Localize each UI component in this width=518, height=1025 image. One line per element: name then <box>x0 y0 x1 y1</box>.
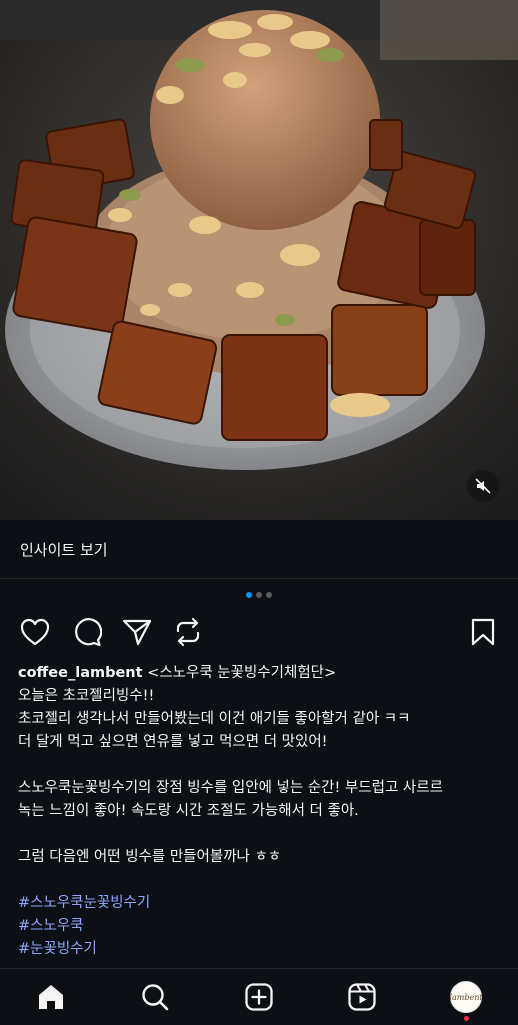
carousel-dot <box>256 592 262 598</box>
repost-icon <box>176 617 200 647</box>
speaker-muted-icon <box>475 478 491 494</box>
post-media[interactable] <box>0 0 518 520</box>
avatar: lambent <box>449 981 483 1013</box>
caption-title: <스노우쿡 눈꽃빙수기체험단> <box>142 665 337 681</box>
send-icon <box>122 619 152 646</box>
avatar-logo-text: lambent <box>449 992 483 1002</box>
notification-dot <box>464 1016 469 1021</box>
nav-search[interactable] <box>139 981 171 1013</box>
dessert-photo <box>0 0 518 520</box>
caption-first-line: coffee_lambent <스노우쿡 눈꽃빙수기체험단> <box>18 662 502 685</box>
carousel-dot <box>266 592 272 598</box>
heart-icon <box>20 618 50 646</box>
post-caption: coffee_lambent <스노우쿡 눈꽃빙수기체험단> 오늘은 초코젤리빙… <box>18 662 502 961</box>
nav-profile[interactable]: lambent <box>449 981 483 1013</box>
bottom-nav: lambent <box>0 968 518 1025</box>
post-action-bar <box>0 612 518 652</box>
home-icon <box>39 985 63 1009</box>
hashtag-link[interactable]: #눈꽃빙수기 <box>18 938 502 961</box>
search-icon <box>142 984 169 1011</box>
mute-button[interactable] <box>467 470 499 502</box>
carousel-indicator <box>0 592 518 602</box>
save-button[interactable] <box>467 616 499 648</box>
username-link[interactable]: coffee_lambent <box>18 665 143 681</box>
bookmark-icon <box>471 618 495 646</box>
caption-line: 초코젤리 생각나서 만들어봤는데 이건 애기들 좋아할거 같아 ㅋㅋ <box>18 711 411 727</box>
caption-line: 오늘은 초코젤리빙수!! <box>18 688 155 704</box>
caption-line: 더 달게 먹고 싶으면 연유를 넣고 먹으면 더 맛있어! <box>18 734 328 750</box>
insights-row[interactable]: 인사이트 보기 <box>0 520 518 579</box>
hashtag-link[interactable]: #스노우쿡 <box>18 915 502 938</box>
share-button[interactable] <box>121 616 153 648</box>
like-button[interactable] <box>19 616 51 648</box>
insights-label[interactable]: 인사이트 보기 <box>20 539 108 560</box>
remix-button[interactable] <box>172 616 204 648</box>
reels-icon <box>348 983 376 1011</box>
nav-home[interactable] <box>35 981 67 1013</box>
comment-button[interactable] <box>71 616 103 648</box>
nav-create[interactable] <box>243 981 275 1013</box>
create-icon <box>245 983 273 1011</box>
caption-line: 스노우쿡눈꽃빙수기의 장점 빙수를 입안에 넣는 순간! 부드럽고 사르르 <box>18 780 443 796</box>
hashtag-link[interactable]: #스노우쿡눈꽃빙수기 <box>18 892 502 915</box>
carousel-dot-active <box>246 592 252 598</box>
comment-icon <box>75 618 102 647</box>
caption-line: 그럼 다음엔 어떤 빙수를 만들어볼까나 ㅎㅎ <box>18 849 282 865</box>
caption-line: 녹는 느낌이 좋아! 속도랑 시간 조절도 가능해서 더 좋아. <box>18 803 359 819</box>
nav-reels[interactable] <box>346 981 378 1013</box>
